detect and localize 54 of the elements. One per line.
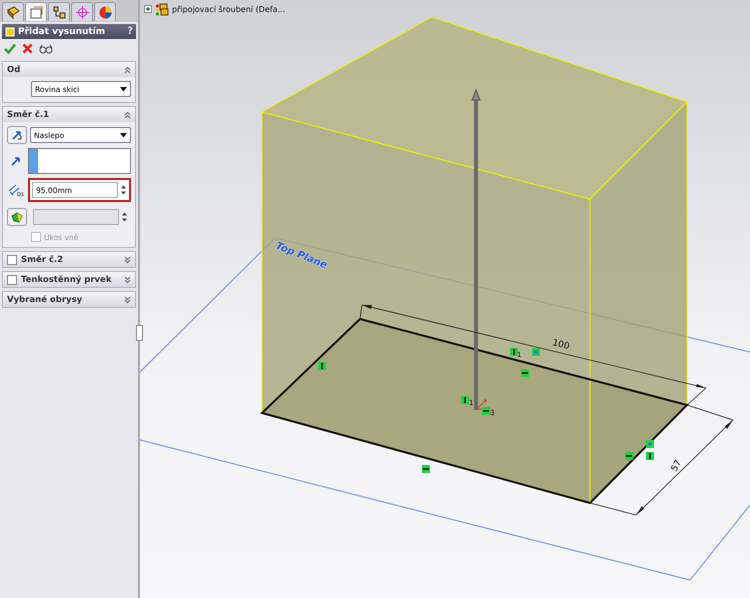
relation-marker-icon xyxy=(521,369,529,377)
relation-marker-icon xyxy=(482,407,490,415)
document-icon xyxy=(28,4,44,20)
cancel-x-icon[interactable] xyxy=(22,43,33,54)
preview-glasses-icon[interactable] xyxy=(39,44,53,54)
panel-splitter-handle[interactable] xyxy=(136,325,143,341)
spin-arrows-icon[interactable] xyxy=(120,184,127,196)
color-wheel-icon xyxy=(98,4,112,20)
reverse-direction-button[interactable] xyxy=(7,126,27,144)
collapse-chevron-icon xyxy=(124,110,131,118)
panel-tab[interactable] xyxy=(2,2,24,21)
expand-plus-icon[interactable] xyxy=(144,5,152,13)
tree-item-label[interactable]: připojovací šroubení (Defa... xyxy=(172,4,286,14)
section-header[interactable]: Vybrané obrysy xyxy=(3,292,135,307)
expand-chevron-icon xyxy=(124,276,131,284)
relation-marker-icon xyxy=(646,440,654,448)
origin-axes-icon xyxy=(476,400,486,410)
crosshair-icon xyxy=(74,4,90,20)
section-header[interactable]: Od xyxy=(3,62,135,77)
checkbox[interactable] xyxy=(7,254,17,264)
panel-title: Přidat vysunutím xyxy=(18,26,106,36)
panel-tab[interactable] xyxy=(25,2,47,21)
part-icon xyxy=(6,4,20,20)
dropdown-caret-icon xyxy=(120,86,127,92)
relation-marker-icon xyxy=(510,348,518,356)
dimension-value: 100 xyxy=(551,338,570,352)
relation-marker-icon xyxy=(461,396,469,404)
spin-arrows-icon[interactable] xyxy=(121,211,128,223)
expand-chevron-icon xyxy=(124,256,131,264)
ok-checkmark-icon[interactable] xyxy=(4,43,16,54)
draft-button[interactable] xyxy=(7,208,27,226)
section-header[interactable]: Tenkostěnný prvek xyxy=(3,272,135,287)
collapse-chevron-icon xyxy=(124,66,131,74)
direction-list-field[interactable] xyxy=(28,148,131,174)
assembly-icon xyxy=(155,2,169,16)
dimension-value: 57 xyxy=(670,458,684,474)
relation-marker-icon xyxy=(422,465,430,473)
dropdown-caret-icon xyxy=(120,132,127,138)
relation-marker-icon xyxy=(625,452,633,460)
relation-marker-icon xyxy=(532,348,540,356)
tree-structure-icon xyxy=(52,4,66,20)
section-header[interactable]: Směr č.1 xyxy=(3,107,135,122)
relation-marker-icon xyxy=(646,452,654,460)
feature-icon xyxy=(5,26,15,36)
arrow-icon xyxy=(10,155,22,167)
relation-marker-icon xyxy=(318,362,326,370)
arrow-icon xyxy=(11,129,23,141)
checkbox[interactable] xyxy=(7,274,17,284)
expand-chevron-icon xyxy=(124,296,131,304)
section-header[interactable]: Směr č.2 xyxy=(3,252,135,267)
help-button[interactable]: ? xyxy=(127,26,133,37)
panel-tab[interactable] xyxy=(94,2,116,21)
draft-shape-icon xyxy=(11,212,23,222)
panel-tab[interactable] xyxy=(48,2,70,21)
